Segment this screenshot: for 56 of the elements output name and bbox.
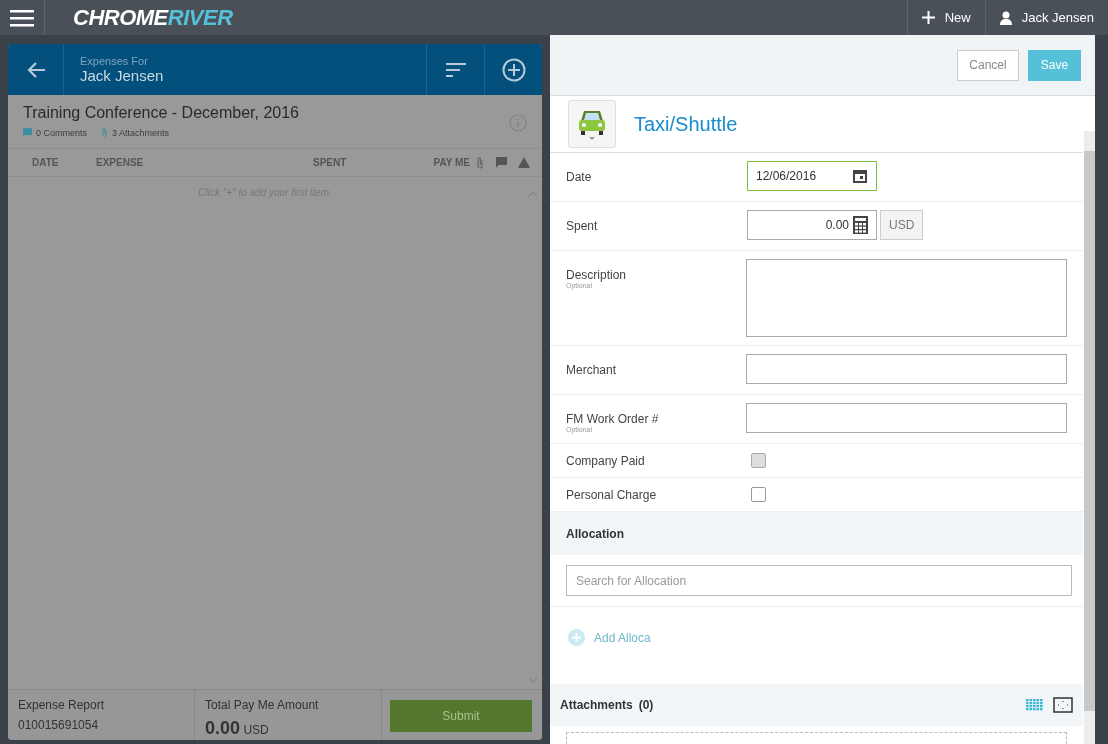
paperclip-icon (101, 127, 109, 138)
report-number: 010015691054 (18, 718, 100, 732)
field-label: Description (566, 268, 628, 282)
cancel-button[interactable]: Cancel (957, 49, 1019, 81)
attachment-count: (0) (638, 698, 654, 712)
date-field[interactable]: 12/06/2016 (747, 161, 877, 191)
field-label: FM Work Order # (566, 412, 660, 426)
amount-field[interactable]: 0.00 (747, 210, 877, 240)
text-field[interactable] (746, 354, 1067, 384)
description-field[interactable] (746, 259, 1067, 337)
comments-link[interactable]: 0 Comments (36, 127, 88, 138)
user-icon (999, 10, 1012, 25)
submit-button[interactable]: Submit (390, 700, 532, 732)
currency-button[interactable]: USD (880, 210, 924, 240)
plus-circle-icon (501, 57, 526, 82)
grid-icon[interactable] (1026, 699, 1043, 711)
field-label: Company Paid (566, 453, 646, 468)
sort-icon (445, 62, 466, 77)
warning-icon (518, 157, 530, 168)
comment-icon (496, 157, 507, 168)
header-name: Jack Jensen (80, 67, 165, 84)
info-icon[interactable] (509, 114, 527, 132)
section-header: Allocation (550, 512, 1083, 555)
column-header: DATE (32, 157, 60, 168)
save-button[interactable]: Save (1028, 49, 1081, 81)
column-header: SPENT (313, 157, 348, 168)
plus-icon (921, 11, 935, 24)
text-field[interactable] (746, 403, 1067, 433)
checkbox[interactable] (751, 487, 766, 502)
expense-type-button[interactable] (568, 100, 616, 148)
app-logo: CHROMERIVER (73, 4, 233, 31)
field-label: Merchant (566, 363, 618, 377)
column-header: EXPENSE (96, 157, 145, 168)
field-label: Personal Charge (566, 487, 658, 502)
total-amount: 0.00 (205, 718, 241, 738)
total-label: Total Pay Me Amount (205, 698, 320, 712)
plus-circle-icon (568, 629, 585, 646)
expense-type-title: Taxi/Shuttle (634, 112, 738, 136)
field-label: Spent (566, 219, 599, 233)
report-title: Training Conference - December, 2016 (23, 104, 300, 122)
expand-icon[interactable] (1053, 697, 1073, 713)
attachments-link[interactable]: 3 Attachments (112, 127, 170, 138)
report-label: Expense Report (18, 698, 106, 712)
scrollbar[interactable] (1084, 131, 1095, 744)
field-label: Date (566, 170, 593, 184)
menu-icon[interactable] (10, 8, 34, 27)
header-caption: Expenses For (80, 55, 149, 67)
back-arrow-icon (25, 60, 46, 79)
calculator-icon[interactable] (853, 216, 868, 234)
column-header: PAY ME (433, 157, 470, 168)
allocation-search-field[interactable]: Search for Allocation (566, 565, 1072, 596)
total-currency: USD (243, 723, 269, 737)
section-header: Attachments (560, 698, 633, 712)
comment-icon (23, 128, 32, 137)
paperclip-icon (476, 156, 484, 169)
calendar-icon[interactable] (852, 168, 868, 184)
